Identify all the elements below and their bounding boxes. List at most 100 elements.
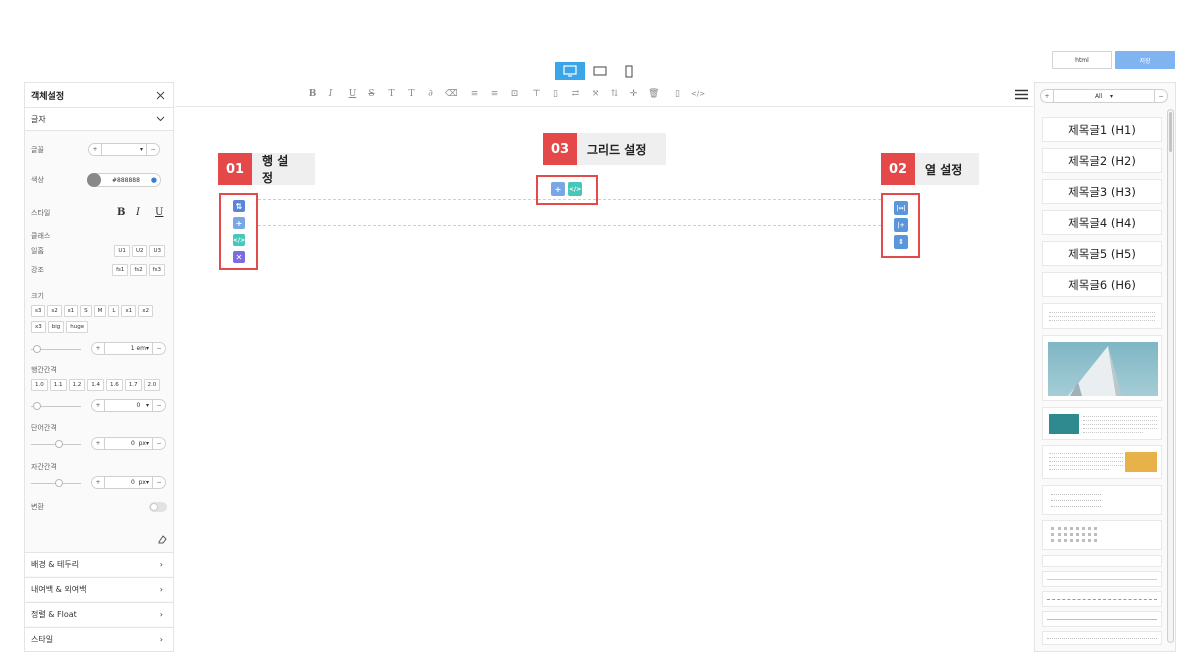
column-width-button[interactable]: |↔| bbox=[894, 201, 908, 215]
template-filter[interactable]: + All ▾ − bbox=[1040, 89, 1168, 103]
plus-icon[interactable]: + bbox=[92, 479, 104, 486]
color-swatch[interactable] bbox=[87, 173, 101, 187]
eraser-icon[interactable]: ⌫ bbox=[445, 89, 458, 100]
size-s1[interactable]: s1 bbox=[63, 305, 79, 317]
minus-icon[interactable]: − bbox=[1155, 93, 1167, 100]
line-height-1-1[interactable]: 1.1 bbox=[49, 379, 67, 391]
superscript-icon[interactable]: T bbox=[386, 89, 397, 100]
size-L[interactable]: L bbox=[108, 305, 120, 317]
menu-icon[interactable] bbox=[1015, 89, 1028, 100]
code-icon[interactable]: </> bbox=[691, 89, 705, 100]
class-u3[interactable]: U3 bbox=[149, 245, 165, 257]
line-height-1-6[interactable]: 1.6 bbox=[106, 379, 123, 391]
save-button[interactable]: 저장 bbox=[1115, 51, 1175, 69]
document-icon[interactable]: ▯ bbox=[672, 89, 683, 100]
sort-icon[interactable]: ⇅ bbox=[609, 89, 620, 100]
underline-button[interactable]: U bbox=[155, 207, 163, 218]
filter-icon[interactable]: ⊤ bbox=[531, 89, 542, 100]
row-code-button[interactable]: </> bbox=[233, 234, 245, 246]
template-h1[interactable]: 제목글1 (H1) bbox=[1042, 117, 1162, 142]
class-u1[interactable]: U1 bbox=[114, 245, 130, 257]
desktop-view-button[interactable] bbox=[555, 62, 585, 80]
section-align-float[interactable]: 정렬 & Float › bbox=[25, 602, 173, 626]
bold-button[interactable]: B bbox=[117, 207, 136, 218]
template-divider-dashed[interactable] bbox=[1042, 591, 1162, 607]
line-height-1-2[interactable]: 1.2 bbox=[68, 379, 86, 391]
template-h3[interactable]: 제목글3 (H3) bbox=[1042, 179, 1162, 204]
align-right-icon[interactable]: ≡ bbox=[489, 89, 500, 100]
italic-icon[interactable]: I bbox=[325, 89, 336, 100]
column-height-button[interactable]: ⇕ bbox=[894, 235, 908, 249]
grid-code-button[interactable]: </> bbox=[568, 182, 582, 196]
move-icon[interactable]: ✛ bbox=[628, 89, 639, 100]
template-h2[interactable]: 제목글2 (H2) bbox=[1042, 148, 1162, 173]
mobile-view-button[interactable] bbox=[621, 62, 637, 80]
template-paragraph[interactable] bbox=[1042, 303, 1162, 329]
strikethrough-icon[interactable]: S bbox=[366, 89, 377, 100]
plus-icon[interactable]: + bbox=[89, 146, 101, 153]
font-dropdown[interactable]: ▾ bbox=[101, 144, 147, 155]
section-background-border[interactable]: 배경 & 테두리 › bbox=[25, 552, 173, 576]
eraser-icon[interactable] bbox=[157, 534, 167, 544]
font-select[interactable]: + ▾ − bbox=[88, 143, 160, 156]
expand-icon[interactable]: ⤧ bbox=[590, 89, 601, 100]
link-icon[interactable]: ∂ bbox=[425, 89, 436, 100]
template-h5[interactable]: 제목글5 (H5) bbox=[1042, 241, 1162, 266]
size-big[interactable]: big bbox=[47, 321, 65, 333]
template-image[interactable] bbox=[1042, 335, 1162, 401]
letter-spacing-stepper[interactable]: + 0 px ▾ − bbox=[91, 476, 166, 489]
minus-icon[interactable]: − bbox=[153, 402, 165, 409]
plus-icon[interactable]: + bbox=[92, 440, 104, 447]
template-scrollbar[interactable] bbox=[1167, 109, 1174, 643]
minus-icon[interactable]: − bbox=[147, 146, 159, 153]
column-insert-button[interactable]: |+ bbox=[894, 218, 908, 232]
minus-icon[interactable]: − bbox=[153, 345, 165, 352]
template-image-text-right[interactable] bbox=[1042, 445, 1162, 479]
minus-icon[interactable]: − bbox=[153, 479, 165, 486]
section-padding-margin[interactable]: 내여백 & 외여백 › bbox=[25, 577, 173, 601]
plus-icon[interactable]: + bbox=[92, 345, 104, 352]
tablet-view-button[interactable] bbox=[590, 62, 610, 80]
line-height-1-4[interactable]: 1.4 bbox=[87, 379, 104, 391]
template-list[interactable] bbox=[1042, 485, 1162, 515]
template-h6[interactable]: 제목글6 (H6) bbox=[1042, 272, 1162, 297]
bold-icon[interactable]: B bbox=[307, 89, 318, 100]
template-divider-solid[interactable] bbox=[1042, 571, 1162, 587]
size-x1[interactable]: x1 bbox=[121, 305, 137, 317]
size-S[interactable]: S bbox=[80, 305, 92, 317]
italic-button[interactable]: I bbox=[136, 207, 155, 218]
size-x3[interactable]: x3 bbox=[31, 321, 46, 333]
eyedropper-icon[interactable]: ● bbox=[151, 176, 157, 184]
copy-icon[interactable]: ▯ bbox=[550, 89, 561, 100]
row-move-button[interactable]: ⇅ bbox=[233, 200, 245, 212]
class-u2[interactable]: U2 bbox=[131, 245, 148, 257]
row-add-button[interactable]: + bbox=[233, 217, 245, 229]
align-icon[interactable]: ≡ bbox=[469, 89, 480, 100]
section-style[interactable]: 스타일 › bbox=[25, 627, 173, 651]
line-height-slider[interactable] bbox=[31, 401, 81, 411]
text-section-header[interactable]: 글자 bbox=[25, 108, 173, 131]
size-slider[interactable] bbox=[31, 344, 81, 354]
template-spacer[interactable] bbox=[1042, 555, 1162, 567]
size-stepper[interactable]: + 1 em ▾ − bbox=[91, 342, 166, 355]
line-height-2-0[interactable]: 2.0 bbox=[143, 379, 161, 391]
row-delete-button[interactable]: ✕ bbox=[233, 251, 245, 263]
line-height-1-0[interactable]: 1.0 bbox=[31, 379, 48, 391]
line-height-1-7[interactable]: 1.7 bbox=[124, 379, 142, 391]
html-button[interactable]: html bbox=[1052, 51, 1112, 69]
color-input[interactable]: #888888 ● bbox=[87, 173, 161, 187]
line-height-stepper[interactable]: + 0 ▾ − bbox=[91, 399, 166, 412]
grid-add-button[interactable]: + bbox=[551, 182, 565, 196]
word-spacing-slider[interactable] bbox=[31, 439, 81, 449]
template-columns[interactable] bbox=[1042, 631, 1162, 645]
filter-dropdown[interactable]: All ▾ bbox=[1053, 90, 1155, 102]
size-s2[interactable]: s2 bbox=[47, 305, 62, 317]
class-fs1[interactable]: fs1 bbox=[112, 264, 129, 276]
size-x2[interactable]: x2 bbox=[138, 305, 153, 317]
close-icon[interactable] bbox=[156, 91, 165, 100]
class-fs3[interactable]: fs3 bbox=[148, 264, 165, 276]
size-s3[interactable]: s3 bbox=[31, 305, 46, 317]
template-h4[interactable]: 제목글4 (H4) bbox=[1042, 210, 1162, 235]
plus-icon[interactable]: + bbox=[1041, 93, 1053, 100]
swap-icon[interactable]: ⇄ bbox=[570, 89, 581, 100]
